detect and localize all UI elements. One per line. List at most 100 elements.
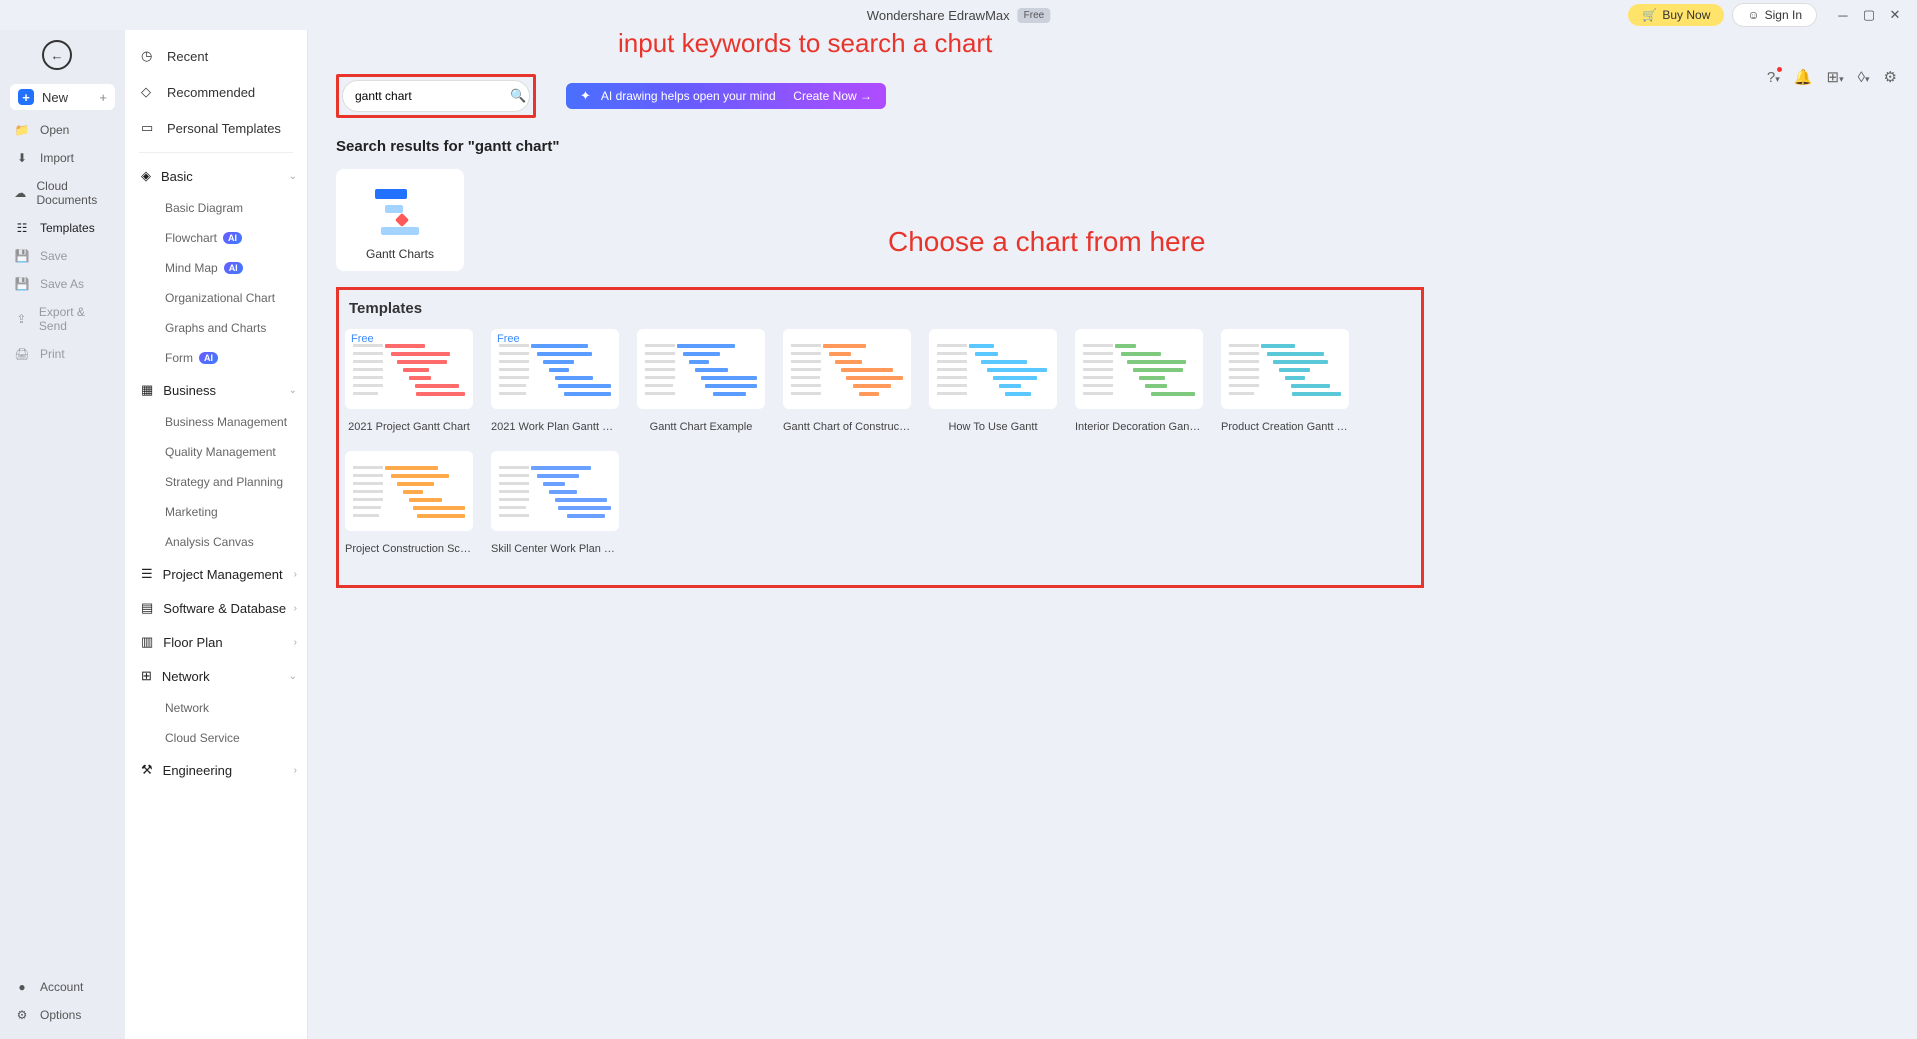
import-label: Import xyxy=(40,151,74,165)
recent-item[interactable]: ◷ Recent xyxy=(125,38,307,74)
network-sub-item[interactable]: Network xyxy=(125,693,307,723)
form-item[interactable]: FormAI xyxy=(125,343,307,373)
help-icon[interactable]: ?▾ xyxy=(1767,69,1780,86)
floor-label: Floor Plan xyxy=(163,635,222,650)
open-button[interactable]: 📁 Open xyxy=(0,116,125,144)
template-label: Gantt Chart of Constructio... xyxy=(783,421,911,433)
saveas-label: Save As xyxy=(40,277,84,291)
sub-label: Cloud Service xyxy=(165,731,240,745)
options-label: Options xyxy=(40,1008,81,1022)
chevron-right-icon: › xyxy=(294,637,297,648)
marketing-item[interactable]: Marketing xyxy=(125,497,307,527)
account-icon: ● xyxy=(14,980,30,994)
business-category[interactable]: ▦ Business ⌄ xyxy=(125,373,307,407)
search-icon[interactable]: 🔍 xyxy=(510,88,526,104)
template-thumbnail: Free xyxy=(491,329,619,409)
mindmap-item[interactable]: Mind MapAI xyxy=(125,253,307,283)
org-chart-item[interactable]: Organizational Chart xyxy=(125,283,307,313)
chevron-right-icon: › xyxy=(294,603,297,614)
template-card[interactable]: Free2021 Work Plan Gantt Chart xyxy=(491,329,619,433)
floor-category[interactable]: ▥ Floor Plan › xyxy=(125,625,307,659)
db-icon: ▤ xyxy=(141,600,153,616)
settings-icon[interactable]: ⚙ xyxy=(1884,68,1897,86)
engineering-category[interactable]: ⚒ Engineering › xyxy=(125,753,307,787)
options-button[interactable]: ⚙ Options xyxy=(0,1001,125,1029)
annotation-search: input keywords to search a chart xyxy=(618,30,992,59)
print-button[interactable]: 🖨 Print xyxy=(0,340,125,368)
tag-menu-icon[interactable]: ◊▾ xyxy=(1858,69,1870,86)
template-card[interactable]: How To Use Gantt xyxy=(929,329,1057,433)
templates-icon: ☷ xyxy=(14,221,30,235)
network-category[interactable]: ⊞ Network ⌄ xyxy=(125,659,307,693)
template-card[interactable]: Project Construction Sche... xyxy=(345,451,473,555)
folder-icon: 📁 xyxy=(14,123,30,137)
ai-banner[interactable]: ✦ AI drawing helps open your mind Create… xyxy=(566,83,886,109)
search-input[interactable] xyxy=(355,89,510,103)
software-category[interactable]: ▤ Software & Database › xyxy=(125,591,307,625)
import-button[interactable]: ⬇ Import xyxy=(0,144,125,172)
template-thumbnail xyxy=(637,329,765,409)
personal-label: Personal Templates xyxy=(167,121,281,136)
export-button[interactable]: ⇪ Export & Send xyxy=(0,298,125,340)
analysis-canvas-item[interactable]: Analysis Canvas xyxy=(125,527,307,557)
sub-label: Graphs and Charts xyxy=(165,321,266,335)
engineering-icon: ⚒ xyxy=(141,762,153,778)
sub-label: Basic Diagram xyxy=(165,201,243,215)
basic-category[interactable]: ◈ Basic ⌄ xyxy=(125,159,307,193)
gantt-charts-category[interactable]: Gantt Charts xyxy=(336,169,464,271)
cloud-service-item[interactable]: Cloud Service xyxy=(125,723,307,753)
templates-grid: Free2021 Project Gantt ChartFree2021 Wor… xyxy=(345,329,1415,555)
close-button[interactable]: ✕ xyxy=(1885,5,1905,25)
buy-now-button[interactable]: 🛒 Buy Now xyxy=(1628,4,1724,26)
minimize-button[interactable]: ─ xyxy=(1833,5,1853,25)
basic-diagram-item[interactable]: Basic Diagram xyxy=(125,193,307,223)
quality-mgmt-item[interactable]: Quality Management xyxy=(125,437,307,467)
search-row: 🔍 ✦ AI drawing helps open your mind Crea… xyxy=(336,74,1889,118)
recommended-item[interactable]: ◇ Recommended xyxy=(125,74,307,110)
templates-button[interactable]: ☷ Templates xyxy=(0,214,125,242)
category-sidebar[interactable]: ◷ Recent ◇ Recommended ▭ Personal Templa… xyxy=(125,30,308,1039)
print-label: Print xyxy=(40,347,65,361)
gear-icon: ⚙ xyxy=(14,1008,30,1022)
personal-templates-item[interactable]: ▭ Personal Templates xyxy=(125,110,307,146)
apps-icon[interactable]: ⊞▾ xyxy=(1826,68,1843,86)
signin-label: Sign In xyxy=(1765,8,1802,22)
template-label: Skill Center Work Plan Gan... xyxy=(491,543,619,555)
template-card[interactable]: Free2021 Project Gantt Chart xyxy=(345,329,473,433)
template-card[interactable]: Interior Decoration Gantt C... xyxy=(1075,329,1203,433)
tag-icon: ◈ xyxy=(141,168,151,184)
chevron-down-icon: ⌄ xyxy=(289,171,297,182)
back-button[interactable]: ← xyxy=(42,40,72,70)
template-thumbnail xyxy=(1075,329,1203,409)
account-label: Account xyxy=(40,980,83,994)
doc-icon: ▭ xyxy=(141,120,157,136)
bell-icon[interactable]: 🔔 xyxy=(1794,68,1813,86)
search-box[interactable]: 🔍 xyxy=(342,80,530,112)
new-label: New xyxy=(42,90,68,105)
template-card[interactable]: Gantt Chart of Constructio... xyxy=(783,329,911,433)
flowchart-item[interactable]: FlowchartAI xyxy=(125,223,307,253)
biz-mgmt-item[interactable]: Business Management xyxy=(125,407,307,437)
annotation-choose: Choose a chart from here xyxy=(888,226,1206,258)
free-badge: Free xyxy=(1018,8,1051,23)
sub-label: Strategy and Planning xyxy=(165,475,283,489)
sub-label: Organizational Chart xyxy=(165,291,275,305)
save-as-button[interactable]: 💾 Save As xyxy=(0,270,125,298)
new-button[interactable]: + New + xyxy=(10,84,115,110)
cloud-documents-button[interactable]: ☁ Cloud Documents xyxy=(0,172,125,214)
template-card[interactable]: Product Creation Gantt C... xyxy=(1221,329,1349,433)
maximize-button[interactable]: ▢ xyxy=(1859,5,1879,25)
template-thumbnail xyxy=(783,329,911,409)
sub-label: Quality Management xyxy=(165,445,276,459)
save-button[interactable]: 💾 Save xyxy=(0,242,125,270)
print-icon: 🖨 xyxy=(14,347,30,361)
template-card[interactable]: Skill Center Work Plan Gan... xyxy=(491,451,619,555)
account-button[interactable]: ● Account xyxy=(0,973,125,1001)
graphs-charts-item[interactable]: Graphs and Charts xyxy=(125,313,307,343)
open-label: Open xyxy=(40,123,69,137)
template-card[interactable]: Gantt Chart Example xyxy=(637,329,765,433)
pm-category[interactable]: ☰ Project Management › xyxy=(125,557,307,591)
strategy-item[interactable]: Strategy and Planning xyxy=(125,467,307,497)
sign-in-button[interactable]: ☺ Sign In xyxy=(1732,3,1817,27)
title-right: 🛒 Buy Now ☺ Sign In ─ ▢ ✕ xyxy=(1628,3,1905,27)
